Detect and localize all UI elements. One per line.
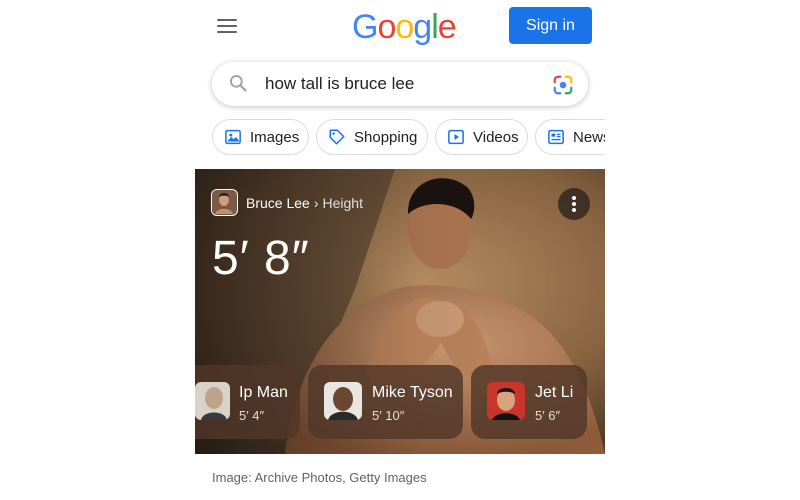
logo-letter: g (413, 8, 432, 46)
more-dot (572, 196, 576, 200)
logo-letter: e (437, 8, 457, 46)
breadcrumb-separator: › (313, 195, 319, 211)
tag-icon (329, 129, 345, 145)
more-options-button[interactable] (558, 188, 590, 220)
person-height: 5′ 6″ (535, 408, 561, 423)
google-logo[interactable]: Google (352, 8, 457, 47)
person-height: 5′ 4″ (239, 408, 265, 423)
person-avatar (487, 382, 525, 420)
entity-thumbnail[interactable] (211, 189, 238, 216)
news-icon (548, 129, 564, 145)
person-avatar (195, 382, 230, 420)
more-dot (572, 202, 576, 206)
breadcrumb[interactable]: Bruce Lee › Height (246, 195, 363, 211)
related-person-card[interactable]: Mike Tyson 5′ 10″ (308, 365, 463, 439)
related-person-card[interactable]: Jet Li 5′ 6″ (471, 365, 587, 439)
filter-chips: Images Shopping Videos News (212, 119, 605, 157)
person-photo (195, 382, 230, 420)
search-input[interactable] (265, 74, 545, 94)
chip-images[interactable]: Images (212, 119, 309, 155)
chip-label: Videos (473, 128, 519, 146)
search-icon (230, 75, 247, 92)
chip-label: Images (250, 128, 300, 146)
person-avatar (324, 382, 362, 420)
person-name: Mike Tyson (372, 384, 453, 401)
logo-letter: o (395, 8, 414, 46)
sign-in-button[interactable]: Sign in (509, 7, 592, 44)
entity-thumbnail-image (212, 190, 236, 214)
chip-label: Shopping (354, 128, 418, 146)
google-lens-icon[interactable] (552, 74, 574, 96)
chip-shopping[interactable]: Shopping (316, 119, 428, 155)
entity-name: Bruce Lee (246, 195, 310, 211)
height-value: 5′ 8″ (212, 232, 310, 285)
related-person-card[interactable]: Ip Man 5′ 4″ (195, 365, 300, 439)
menu-icon[interactable] (217, 17, 237, 35)
person-name: Jet Li (535, 384, 574, 401)
image-icon (225, 129, 241, 145)
chip-news[interactable]: News (535, 119, 605, 155)
logo-letter: o (377, 8, 396, 46)
person-photo (487, 382, 525, 420)
search-box[interactable] (212, 62, 588, 106)
person-name: Ip Man (239, 384, 288, 401)
attribute-name: Height (322, 195, 363, 211)
image-credit: Image: Archive Photos, Getty Images (212, 470, 427, 485)
person-height: 5′ 10″ (372, 408, 405, 423)
play-icon (448, 129, 464, 145)
more-dot (572, 208, 576, 212)
height-answer-card[interactable]: Bruce Lee › Height 5′ 8″ Ip Man 5′ 4″ Mi… (195, 169, 605, 454)
chip-videos[interactable]: Videos (435, 119, 528, 155)
person-photo (324, 382, 362, 420)
logo-letter: G (352, 8, 378, 46)
mobile-search-page: Google Sign in Images (195, 0, 605, 500)
chip-label: News (573, 128, 605, 146)
